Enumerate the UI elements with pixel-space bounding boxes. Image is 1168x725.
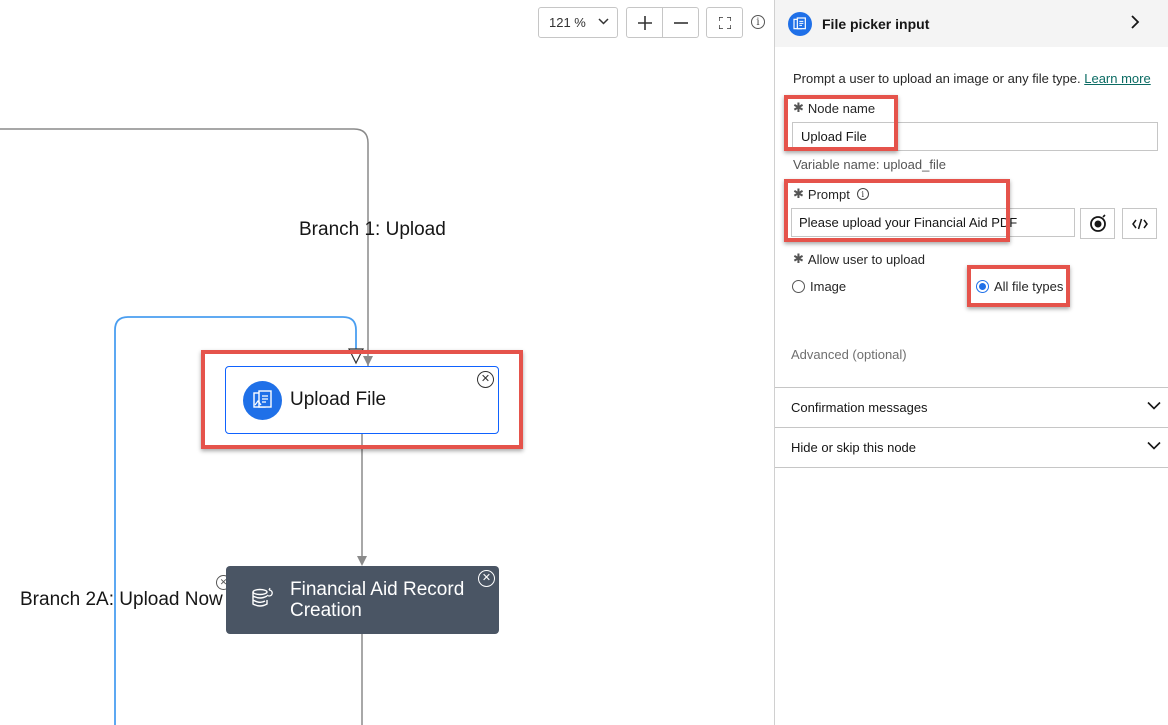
radio-image-label: Image — [810, 279, 847, 294]
accordion-confirmation-messages[interactable]: Confirmation messages — [775, 387, 1168, 427]
zoom-controls — [626, 7, 699, 38]
allow-upload-label: ✱ Allow user to upload — [793, 251, 925, 267]
panel-description: Prompt a user to upload an image or any … — [793, 71, 1151, 86]
node-upload-file[interactable]: Upload File ✕ — [225, 366, 499, 434]
close-icon[interactable]: ✕ — [477, 371, 494, 388]
edge-arrowhead — [363, 356, 373, 366]
node-name-label-text: Node name — [807, 100, 876, 116]
branch-2a-label: Branch 2A: Upload Now — [20, 589, 223, 610]
database-sync-icon — [250, 586, 274, 615]
info-icon[interactable]: i — [856, 188, 869, 200]
edge-arrowhead — [357, 556, 367, 566]
file-picker-icon — [243, 380, 282, 420]
prompt-label-text: Prompt — [807, 186, 850, 202]
zoom-in-button[interactable] — [627, 8, 662, 37]
prompt-label: ✱ Prompt i — [793, 186, 869, 202]
learn-more-link[interactable]: Learn more — [1084, 71, 1150, 86]
required-icon: ✱ — [793, 251, 804, 266]
advanced-section-label[interactable]: Advanced (optional) — [791, 347, 907, 362]
required-icon: ✱ — [793, 100, 804, 115]
file-picker-icon — [788, 11, 812, 36]
radio-image[interactable]: Image — [792, 279, 846, 294]
radio-all-file-types[interactable]: All file types — [976, 279, 1063, 294]
radio-all-file-types-label: All file types — [994, 279, 1064, 294]
edge-branch-1 — [0, 128, 369, 366]
description-text: Prompt a user to upload an image or any … — [793, 71, 1081, 86]
code-icon — [1131, 218, 1148, 229]
chevron-right-icon[interactable] — [1130, 14, 1140, 30]
fit-to-screen-icon — [718, 16, 731, 29]
plus-icon — [637, 15, 652, 30]
accordion-divider — [775, 467, 1168, 468]
panel-header: File picker input — [775, 0, 1168, 47]
radio-circle-selected — [976, 280, 989, 293]
node-title: Financial Aid Record Creation — [290, 579, 465, 621]
variable-name-helper: Variable name: upload_file — [793, 157, 946, 172]
branch-1-label: Branch 1: Upload — [299, 219, 446, 240]
node-financial-aid-record-creation[interactable]: Financial Aid Record Creation ✕ — [226, 566, 499, 634]
node-title: Upload File — [290, 389, 387, 410]
minus-icon — [673, 21, 688, 24]
panel-title: File picker input — [822, 15, 930, 32]
info-icon[interactable]: i — [751, 15, 765, 29]
node-name-label: ✱ Node name — [793, 100, 875, 116]
chevron-down-icon — [1147, 401, 1161, 410]
accordion-title: Confirmation messages — [791, 400, 928, 415]
zoom-value: 121 % — [549, 15, 586, 30]
zoom-select[interactable]: 121 % — [538, 7, 618, 38]
accordion-hide-or-skip[interactable]: Hide or skip this node — [775, 427, 1168, 467]
fit-to-screen-button[interactable] — [706, 7, 743, 38]
code-button[interactable] — [1122, 208, 1157, 239]
ai-sparkle-icon — [1089, 213, 1106, 232]
properties-panel: File picker input Prompt a user to uploa… — [774, 0, 1168, 725]
close-icon[interactable]: ✕ — [478, 570, 495, 587]
allow-upload-label-text: Allow user to upload — [807, 251, 925, 267]
node-name-input[interactable]: Upload File — [792, 122, 1158, 151]
required-icon: ✱ — [793, 186, 804, 201]
edge-drop-arrow — [348, 348, 364, 365]
prompt-input[interactable]: Please upload your Financial Aid PDF — [791, 208, 1075, 237]
radio-circle — [792, 280, 805, 293]
flow-canvas[interactable]: 121 % i Branch 1: Upload Branch 2A: Uplo… — [0, 0, 774, 725]
zoom-out-button[interactable] — [662, 8, 698, 37]
accordion-title: Hide or skip this node — [791, 440, 917, 455]
chevron-down-icon — [1147, 441, 1161, 450]
chevron-down-icon — [598, 17, 609, 28]
ai-assist-button[interactable] — [1080, 208, 1115, 239]
